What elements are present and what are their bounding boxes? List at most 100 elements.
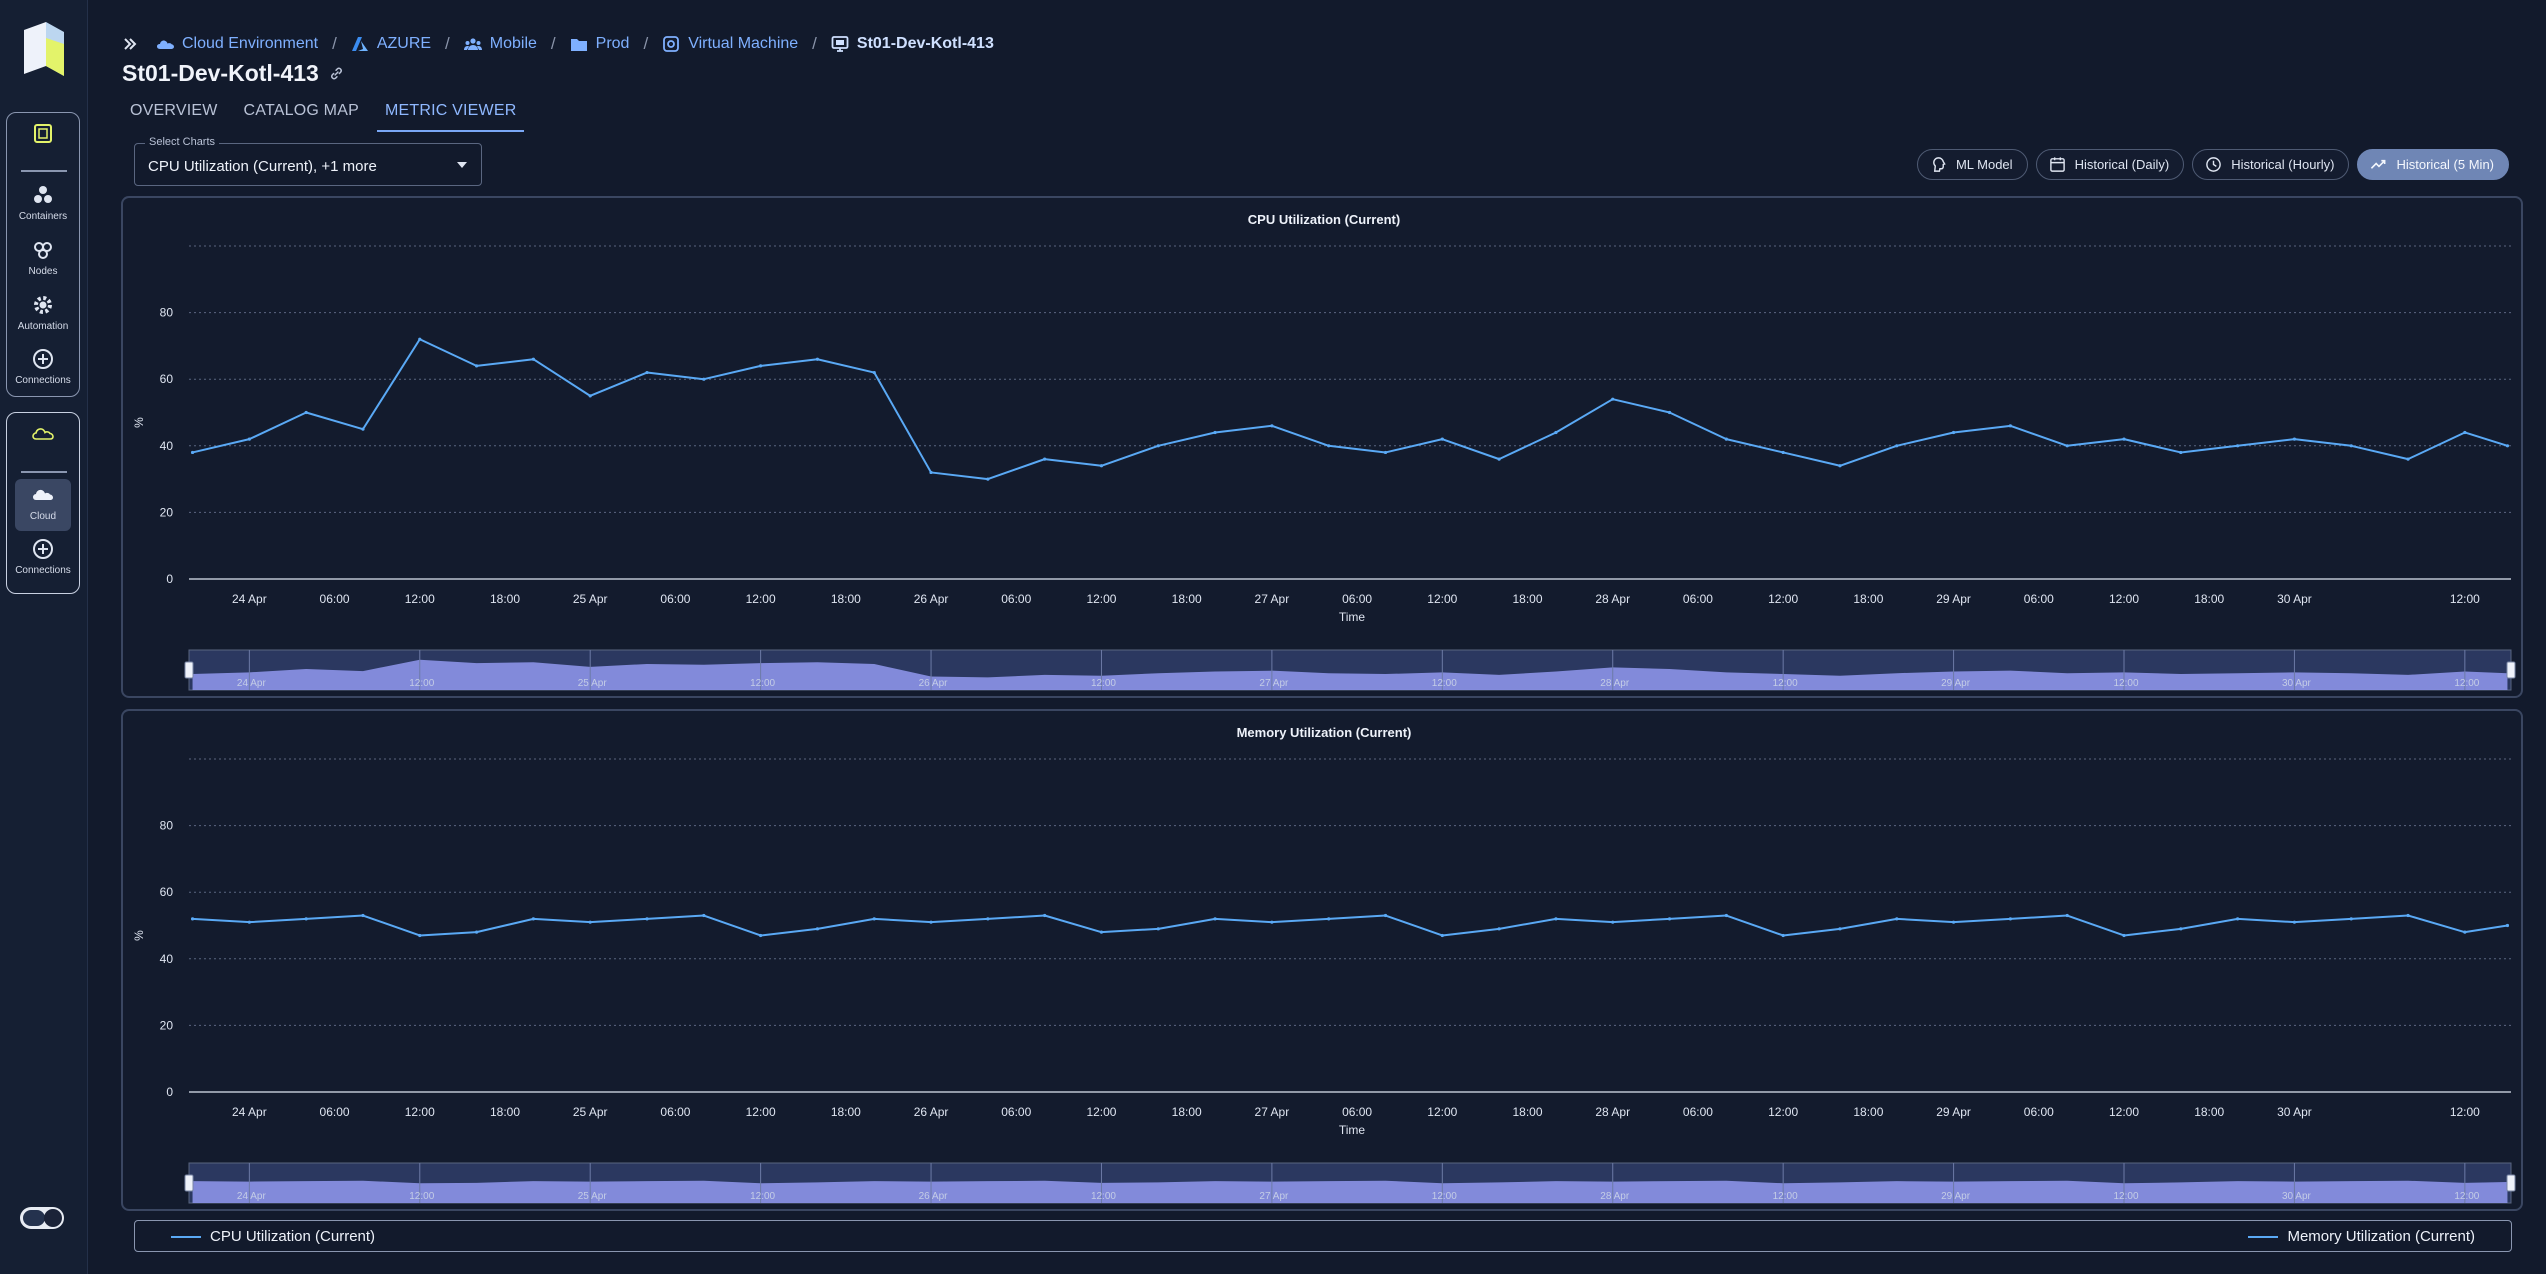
theme-toggle-track (23, 1210, 45, 1226)
breadcrumb-item-prod[interactable]: Prod (570, 35, 629, 53)
cloud-outline-icon (32, 428, 54, 440)
sidebar-item-automation[interactable]: Automation (7, 293, 79, 345)
sidebar-item-nodes[interactable]: Nodes (7, 238, 79, 290)
x-tick-label: 12:00 (405, 1105, 435, 1119)
data-point (304, 410, 308, 415)
navigator-tick-label: 12:00 (750, 678, 775, 689)
x-tick-label: 06:00 (320, 1105, 350, 1119)
data-point (1497, 927, 1501, 931)
x-tick-label: 12:00 (2450, 1105, 2480, 1119)
navigator-tick-label: 28 Apr (1600, 1191, 1630, 1202)
app-logo[interactable] (22, 20, 66, 78)
historical-hourly-button[interactable]: Historical (Hourly) (2192, 149, 2350, 180)
ml-model-button[interactable]: ML Model (1916, 149, 2028, 180)
trend-icon (2371, 159, 2386, 169)
data-point (2292, 920, 2297, 924)
breadcrumb-item-cloud-environment[interactable]: Cloud Environment (156, 35, 318, 53)
sidebar-item-cloud[interactable]: Cloud (15, 479, 71, 531)
data-point (588, 920, 592, 924)
navigator-handle[interactable] (2506, 1174, 2516, 1192)
x-tick-label: 29 Apr (1936, 1105, 1971, 1119)
mode-label: Historical (Hourly) (2231, 157, 2335, 172)
sidebar-item-label: Cloud (29, 511, 57, 522)
breadcrumb-label: St01-Dev-Kotl-413 (856, 35, 994, 52)
data-point (1724, 437, 1728, 441)
navigator-tick-label: 27 Apr (1259, 1191, 1289, 1202)
link-icon[interactable] (329, 66, 344, 81)
tab-metric-viewer[interactable]: METRIC VIEWER (376, 102, 525, 132)
cpu-utilization-chart[interactable]: CPU Utilization (Current) 0 20 40 60 80% 24 Ap… (123, 198, 2525, 700)
x-tick-label: 12:00 (2109, 1105, 2139, 1119)
breadcrumb-item-azure[interactable]: AZURE (351, 35, 431, 53)
data-point (1895, 444, 1899, 448)
data-point (1440, 437, 1444, 441)
plus-circle-icon (33, 349, 53, 369)
sidebar-item-containers[interactable]: Containers (7, 183, 79, 235)
sidebar-item-cloud-connections[interactable]: Connections (7, 537, 79, 589)
navigator-tick-label: 12:00 (2113, 1191, 2138, 1202)
data-point (1781, 450, 1785, 455)
azure-icon (351, 37, 368, 51)
folder-icon (570, 39, 587, 51)
data-point (929, 470, 933, 475)
x-tick-label: 06:00 (660, 592, 690, 606)
data-point (1838, 464, 1842, 468)
x-tick-label: 18:00 (1853, 1105, 1883, 1119)
series-line (192, 914, 2508, 937)
navigator-tick-label: 12:00 (1091, 1191, 1116, 1202)
select-charts-dropdown[interactable]: Select Charts CPU Utilization (Current),… (134, 136, 482, 186)
clock-icon (2206, 157, 2222, 172)
legend-item-memory[interactable]: Memory Utilization (Current) (2248, 1228, 2475, 1245)
navigator-tick-label: 27 Apr (1259, 678, 1289, 689)
nodes-icon (34, 242, 52, 259)
navigator-tick-label: 12:00 (409, 678, 434, 689)
tab-catalog-map[interactable]: CATALOG MAP (236, 102, 367, 132)
historical-daily-button[interactable]: Historical (Daily) (2035, 149, 2185, 180)
data-point (247, 437, 251, 441)
nav-home[interactable] (7, 121, 79, 173)
breadcrumb-item-virtual-machine[interactable]: Virtual Machine (662, 35, 798, 53)
double-chevron-right-icon[interactable] (122, 36, 138, 52)
data-point (1327, 444, 1331, 448)
instance-icon (663, 36, 680, 52)
mode-label: ML Model (1955, 157, 2013, 172)
x-tick-label: 12:00 (1768, 1105, 1798, 1119)
data-point (645, 917, 649, 921)
x-tick-label: 06:00 (1342, 592, 1372, 606)
x-tick-label: 12:00 (746, 592, 776, 606)
navigator-tick-label: 12:00 (1432, 678, 1457, 689)
breadcrumb-label: Virtual Machine (688, 35, 799, 52)
page-title-text: St01-Dev-Kotl-413 (122, 60, 319, 86)
x-tick-label: 18:00 (490, 592, 520, 606)
navigator-handle[interactable] (184, 661, 194, 679)
nav-cloud-home[interactable] (7, 423, 79, 475)
navigator-tick-label: 12:00 (1773, 1191, 1798, 1202)
data-point (2463, 930, 2467, 934)
select-charts-value: CPU Utilization (Current), +1 more (148, 158, 377, 175)
y-tick-label: 80 (160, 306, 174, 320)
memory-utilization-chart[interactable]: Memory Utilization (Current) 0 20 40 60 80% 24… (123, 711, 2525, 1213)
legend-swatch (2248, 1235, 2279, 1238)
historical-5min-button[interactable]: Historical (5 Min) (2357, 149, 2509, 180)
data-point (1497, 457, 1501, 461)
x-tick-label: 18:00 (2194, 1105, 2224, 1119)
theme-toggle[interactable] (20, 1207, 64, 1229)
sidebar: Containers Nodes Automation Connections … (0, 0, 88, 1274)
x-tick-label: 18:00 (2194, 592, 2224, 606)
navigator-handle[interactable] (184, 1174, 194, 1192)
sidebar-item-label: Nodes (28, 266, 58, 277)
navigator-handle[interactable] (2506, 661, 2516, 679)
data-point (361, 913, 365, 918)
data-point (1270, 920, 1274, 924)
x-tick-label: 12:00 (1427, 1105, 1457, 1119)
data-point (2008, 917, 2012, 921)
breadcrumb-item-mobile[interactable]: Mobile (463, 35, 537, 53)
tab-overview[interactable]: OVERVIEW (122, 102, 226, 132)
mode-toggle-group: ML Model Historical (Daily) Historical (… (1909, 149, 2509, 180)
legend-item-cpu[interactable]: CPU Utilization (Current) (171, 1228, 375, 1245)
sidebar-item-connections[interactable]: Connections (7, 347, 79, 399)
tab-bar: OVERVIEW CATALOG MAP METRIC VIEWER (122, 102, 525, 132)
x-tick-label: 06:00 (1001, 592, 1031, 606)
x-tick-label: 24 Apr (232, 592, 267, 606)
chart-legend: CPU Utilization (Current) Memory Utiliza… (134, 1220, 2512, 1252)
